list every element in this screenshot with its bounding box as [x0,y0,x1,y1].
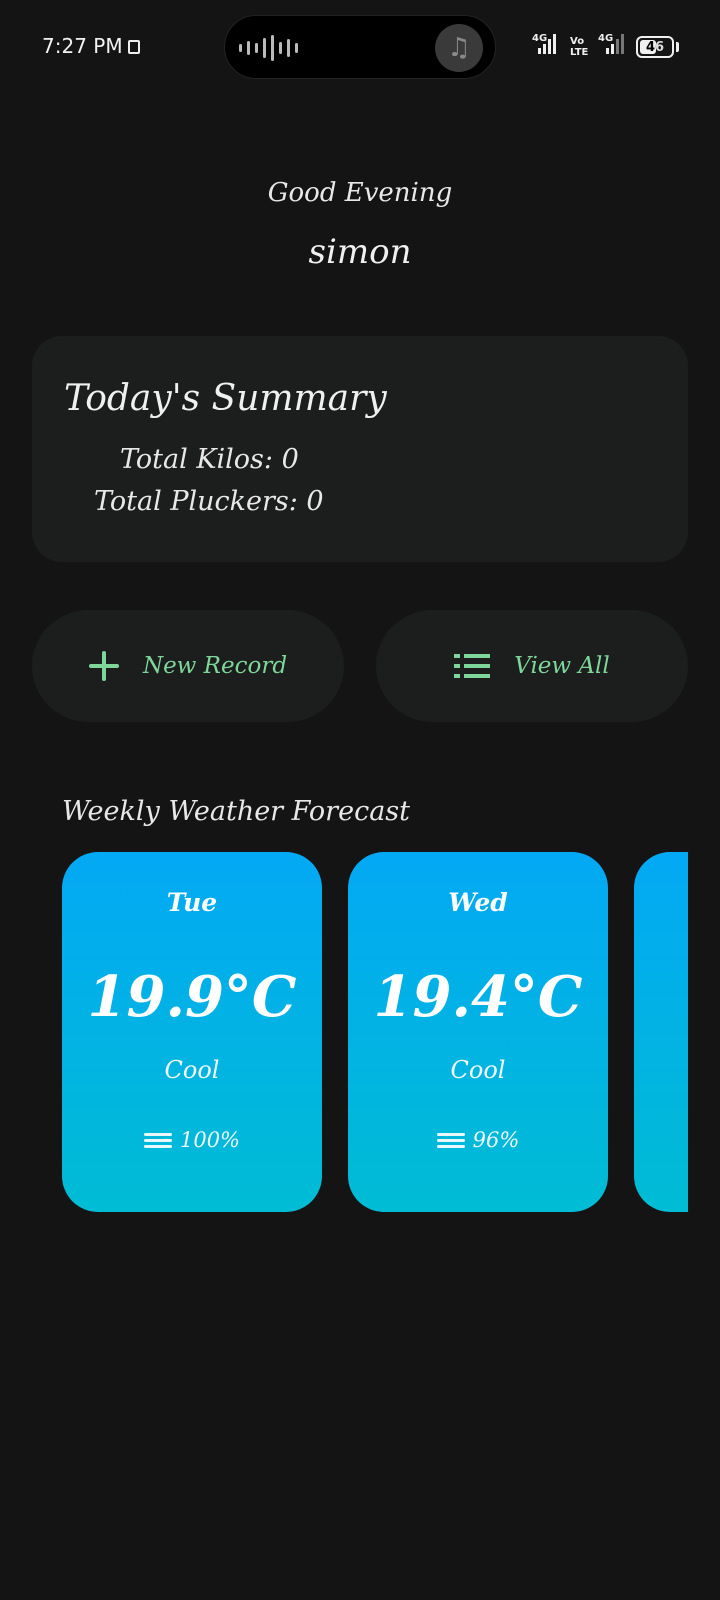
forecast-day: Tue [166,888,218,917]
forecast-humidity: 100% [62,1128,322,1152]
audio-waveform-icon [239,34,298,62]
sim-card-icon [128,40,140,54]
forecast-day: Wed [448,888,508,917]
battery-level: 46 [645,39,665,55]
music-note-icon[interactable]: ♫ [435,24,483,72]
forecast-humidity: 96% [348,1128,608,1152]
humidity-waves-icon [436,1131,465,1149]
humidity-waves-icon [143,1131,172,1149]
volte-label: Vo LTE [570,36,589,58]
forecast-description: Cool [164,1056,220,1084]
dynamic-island[interactable]: ♫ [224,15,496,79]
forecast-temperature: 19.9°C [87,964,297,1030]
battery-tip [676,42,679,52]
battery-icon: 46 [636,36,674,58]
new-record-button[interactable]: New Record [32,610,344,722]
humidity-value: 100% [179,1128,241,1152]
view-all-label: View All [514,653,610,679]
forecast-card[interactable]: Tue 19.9°C Cool 100% [62,852,322,1212]
signal-icon-sim2: 4G [598,34,624,54]
forecast-card[interactable]: Wed 19.4°C Cool 96% [348,852,608,1212]
view-all-button[interactable]: View All [376,610,688,722]
forecast-card-partial[interactable] [634,852,688,1212]
list-icon [454,654,491,678]
network-type-label-2: 4G [598,33,614,44]
todays-summary-card: Today's Summary Total Kilos: 0 Total Plu… [32,336,688,562]
total-pluckers: Total Pluckers: 0 [94,486,324,517]
status-time: 7:27 PM [42,34,123,58]
humidity-value: 96% [472,1128,520,1152]
total-kilos: Total Kilos: 0 [120,444,299,475]
plus-icon [88,651,119,681]
new-record-label: New Record [142,653,288,679]
summary-title: Today's Summary [64,378,387,419]
weather-heading: Weekly Weather Forecast [62,796,410,827]
signal-icon-sim1: 4G [532,33,556,54]
forecast-carousel[interactable]: Tue 19.9°C Cool 100% Wed 19.4°C Cool 96% [62,852,688,1212]
username: simon [308,232,412,272]
forecast-temperature: 19.4°C [373,964,583,1030]
network-type-label: 4G [532,33,548,44]
status-bar: 7:27 PM ♫ 4G Vo LTE 4G 46 [0,0,720,90]
forecast-description: Cool [450,1056,506,1084]
greeting-text: Good Evening [267,178,453,208]
